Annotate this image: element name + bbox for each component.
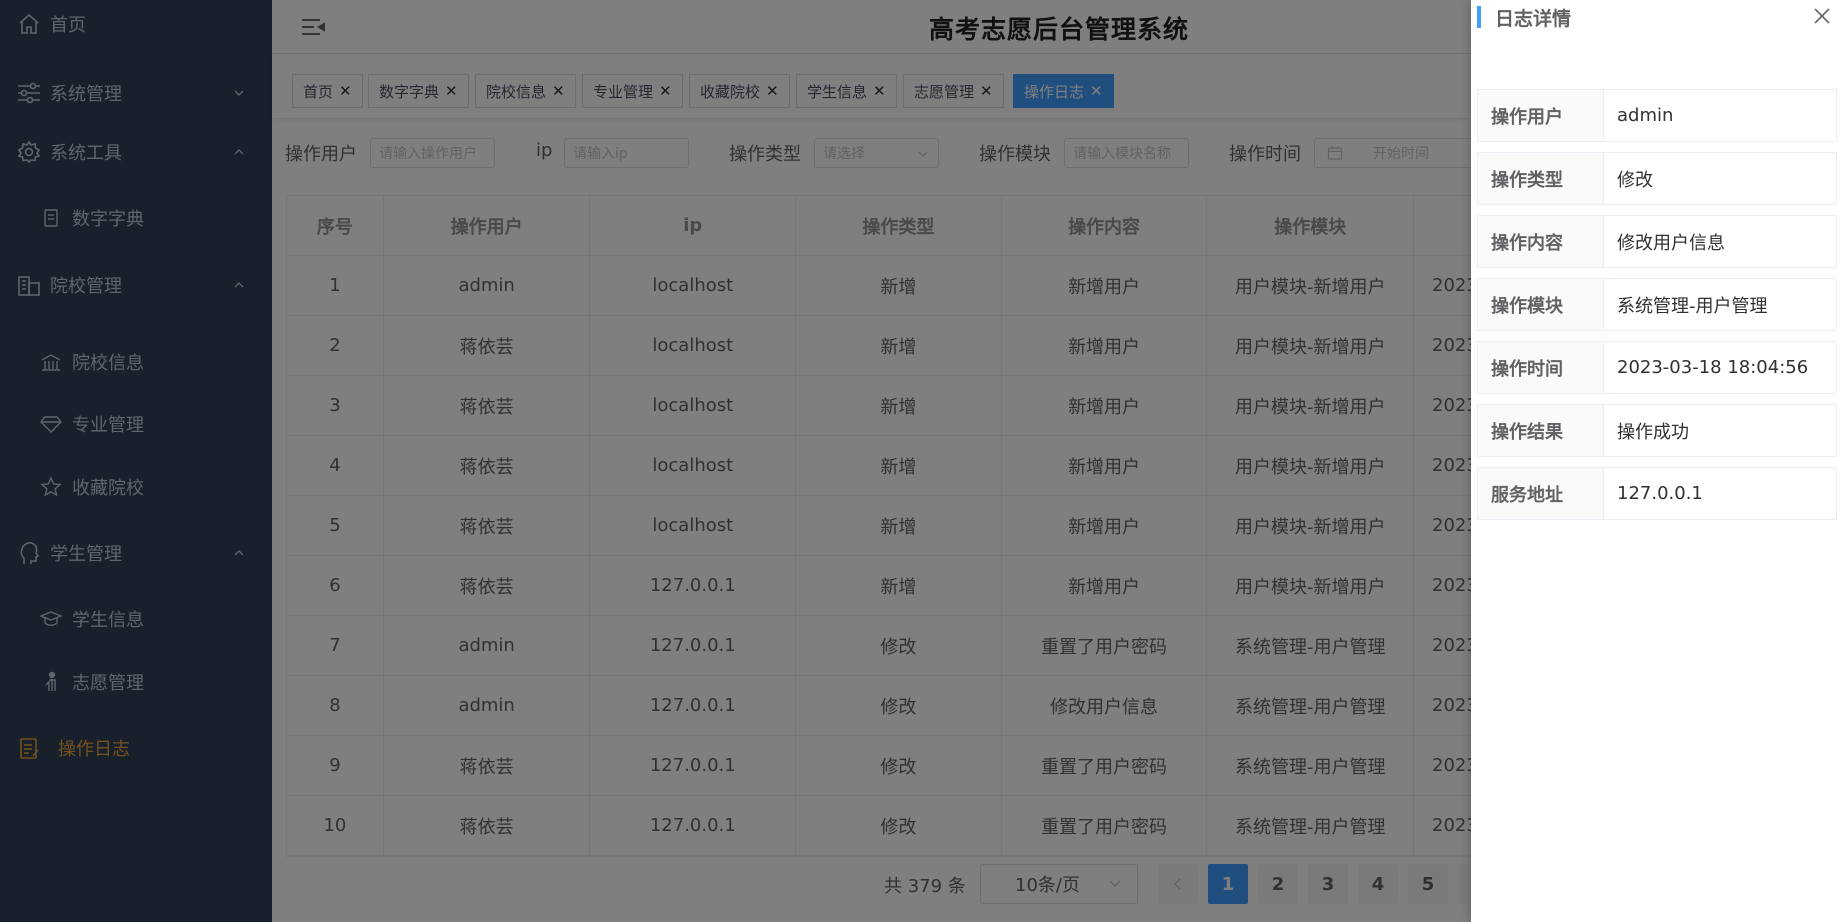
detail-value: 2023-03-18 18:04:56 <box>1617 357 1809 378</box>
log-detail-drawer: 日志详情 操作用户 admin 操作类型 修改 操作内容 修改用户信息 操作模块 系统管… <box>1471 0 1846 922</box>
detail-value: 127.0.0.1 <box>1617 483 1703 504</box>
detail-row: 操作内容 修改用户信息 <box>1477 215 1837 268</box>
detail-value: 系统管理-用户管理 <box>1617 295 1768 317</box>
drawer-title: 日志详情 <box>1495 8 1572 30</box>
detail-value: admin <box>1617 105 1674 126</box>
detail-label: 操作模块 <box>1478 279 1604 330</box>
title-accent-bar <box>1477 6 1481 28</box>
detail-row: 操作结果 操作成功 <box>1477 404 1837 457</box>
detail-label: 操作时间 <box>1478 342 1604 393</box>
detail-label: 操作结果 <box>1478 405 1604 456</box>
close-icon[interactable] <box>1810 4 1834 28</box>
detail-row: 操作模块 系统管理-用户管理 <box>1477 278 1837 331</box>
detail-row: 服务地址 127.0.0.1 <box>1477 467 1837 520</box>
detail-label: 操作内容 <box>1478 216 1604 267</box>
detail-row: 操作时间 2023-03-18 18:04:56 <box>1477 341 1837 394</box>
detail-value: 修改用户信息 <box>1617 232 1725 254</box>
detail-row: 操作类型 修改 <box>1477 152 1837 205</box>
detail-row: 操作用户 admin <box>1477 89 1837 142</box>
detail-value: 操作成功 <box>1617 421 1689 443</box>
detail-label: 操作用户 <box>1478 90 1604 141</box>
detail-value: 修改 <box>1617 169 1653 191</box>
detail-label: 服务地址 <box>1478 468 1604 519</box>
detail-descriptions: 操作用户 admin 操作类型 修改 操作内容 修改用户信息 操作模块 系统管理-用户管… <box>1477 89 1837 530</box>
detail-label: 操作类型 <box>1478 153 1604 204</box>
